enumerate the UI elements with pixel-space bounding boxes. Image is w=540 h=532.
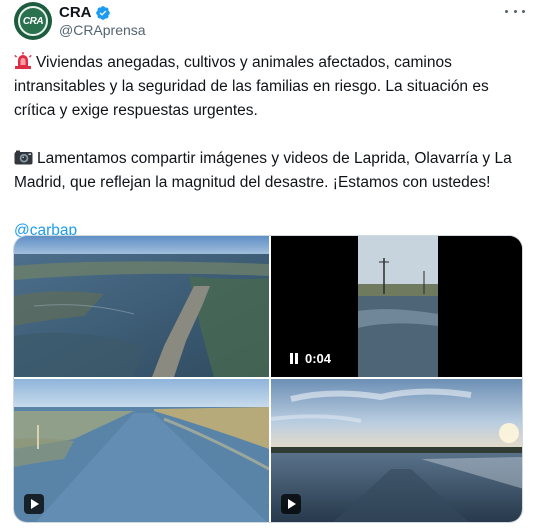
media-video-flooded-field[interactable]: 0:04	[271, 236, 522, 377]
tweet-text: Viviendas anegadas, cultivos y animales …	[14, 51, 526, 243]
more-options-icon[interactable]	[505, 4, 525, 18]
play-icon	[31, 499, 39, 509]
tweet: CRA CRA @CRAprensa Viviendas anegadas, c…	[0, 0, 540, 532]
avatar-logo: CRA	[18, 6, 48, 36]
media-video-flooded-sunset[interactable]	[271, 379, 522, 522]
video-duration: 0:04	[305, 350, 332, 366]
camera-icon	[14, 149, 33, 165]
handle[interactable]: @CRAprensa	[59, 22, 146, 38]
tweet-paragraph-2-text: Lamentamos compartir imágenes y videos d…	[14, 150, 512, 191]
author-name-row: CRA	[59, 4, 111, 21]
pause-icon[interactable]	[289, 352, 299, 364]
siren-icon	[14, 52, 32, 69]
avatar-logo-text: CRA	[22, 15, 44, 27]
tweet-paragraph-2: Lamentamos compartir imágenes y videos d…	[14, 147, 526, 195]
play-button[interactable]	[24, 494, 44, 514]
video-duration-badge: 0:04	[283, 348, 337, 368]
avatar[interactable]: CRA	[14, 2, 52, 40]
tweet-paragraph-1: Viviendas anegadas, cultivos y animales …	[14, 51, 526, 123]
media-grid: 0:04	[13, 235, 523, 523]
verified-badge-icon	[95, 5, 111, 21]
play-icon	[288, 499, 296, 509]
media-photo-aerial-flood[interactable]	[14, 236, 269, 377]
media-video-flooded-road[interactable]	[14, 379, 269, 522]
play-button[interactable]	[281, 494, 301, 514]
display-name[interactable]: CRA	[59, 4, 92, 21]
tweet-paragraph-1-text: Viviendas anegadas, cultivos y animales …	[14, 54, 489, 119]
